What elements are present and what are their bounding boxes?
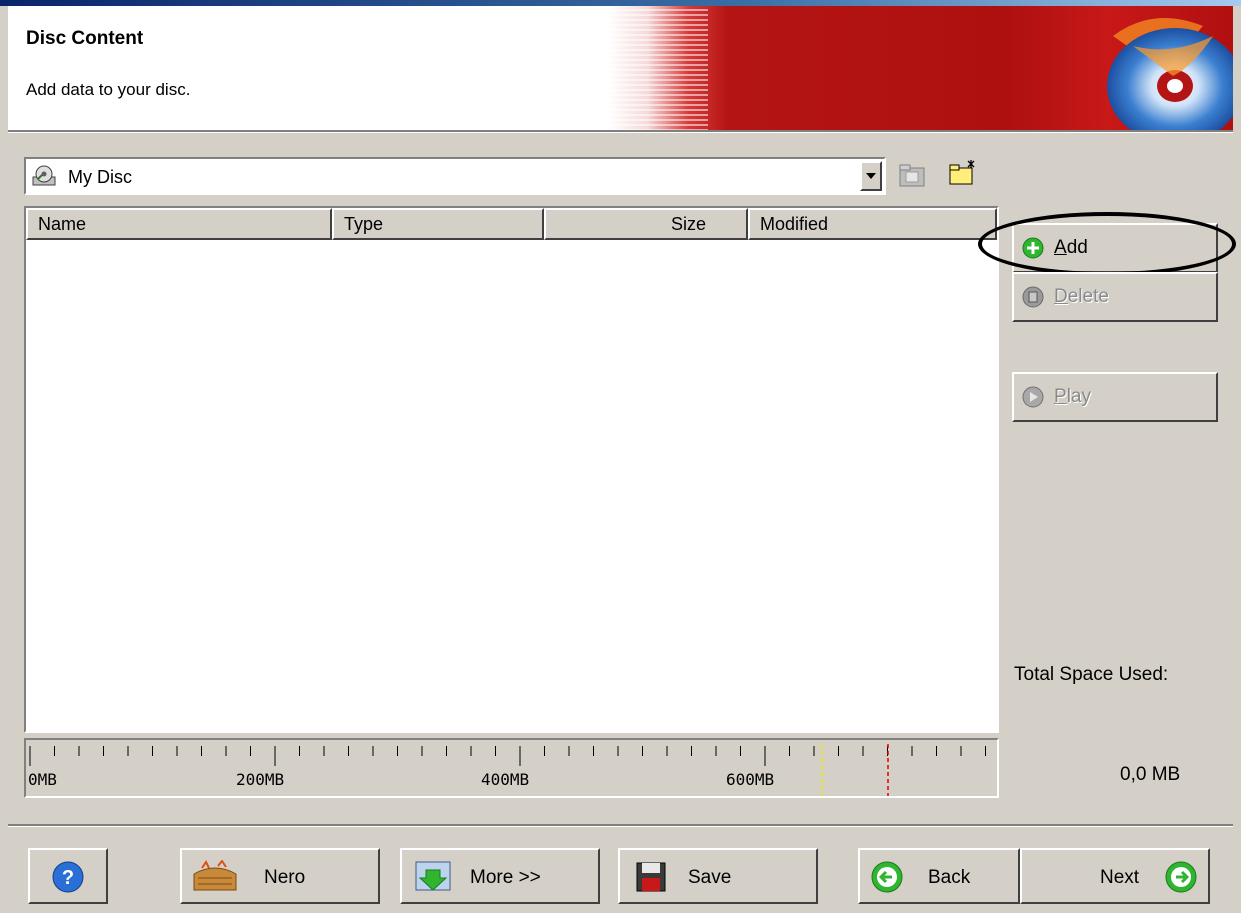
footer-divider — [8, 824, 1233, 827]
capacity-label: 600MB — [726, 770, 775, 789]
column-header-size[interactable]: Size — [544, 208, 748, 240]
column-type-label: Type — [344, 214, 384, 234]
page-title: Disc Content — [26, 28, 144, 49]
play-button-label: Play — [1054, 386, 1091, 407]
colosseum-icon — [193, 860, 237, 891]
disc-path-combo[interactable]: My Disc — [24, 157, 886, 195]
highlight-ring — [978, 212, 1236, 276]
folder-up-icon[interactable] — [898, 162, 926, 188]
disc-file-list[interactable]: Name Type Size Modified — [24, 206, 999, 733]
back-arrow-icon — [871, 861, 903, 893]
save-button[interactable]: Save — [618, 848, 818, 904]
floppy-disk-icon — [636, 862, 666, 892]
nero-button-label: Nero — [264, 867, 306, 888]
help-icon: ? — [52, 861, 84, 893]
total-space-value: 0,0 MB — [1120, 764, 1181, 785]
column-header-type[interactable]: Type — [332, 208, 544, 240]
header-divider — [8, 130, 1233, 133]
more-button[interactable]: More >> — [400, 848, 600, 904]
more-button-label: More >> — [470, 867, 541, 888]
capacity-ruler: 0MB 200MB 400MB 600MB — [24, 738, 999, 798]
play-icon — [1022, 386, 1044, 408]
column-name-label: Name — [38, 214, 87, 234]
column-header-name[interactable]: Name — [26, 208, 332, 240]
svg-text:?: ? — [62, 867, 74, 889]
capacity-label: 0MB — [28, 770, 57, 789]
page-subtitle: Add data to your disc. — [26, 80, 191, 99]
column-modified-label: Modified — [760, 214, 829, 234]
disc-path-value: My Disc — [68, 167, 132, 187]
delete-icon — [1022, 286, 1044, 308]
dropdown-button[interactable] — [860, 161, 882, 191]
delete-button-label: Delete — [1054, 286, 1109, 307]
flaming-disc-icon — [1107, 18, 1233, 130]
new-folder-icon[interactable] — [948, 160, 976, 186]
play-button[interactable]: Play — [1012, 372, 1218, 422]
back-button[interactable]: Back — [858, 848, 1020, 904]
disc-icon — [32, 165, 56, 186]
nero-button[interactable]: Nero — [180, 848, 380, 904]
column-header-modified[interactable]: Modified — [748, 208, 997, 240]
wizard-header: Disc Content Add data to your disc. — [8, 6, 1233, 130]
help-button[interactable]: ? — [28, 848, 108, 904]
next-arrow-icon — [1165, 861, 1197, 893]
column-size-label: Size — [670, 214, 706, 234]
next-button[interactable]: Next — [1020, 848, 1210, 904]
header-stripes — [598, 6, 708, 130]
delete-button[interactable]: Delete — [1012, 272, 1218, 322]
capacity-label: 400MB — [481, 770, 530, 789]
total-space-label: Total Space Used: — [1014, 664, 1169, 685]
dropdown-arrow-icon — [866, 173, 876, 179]
back-button-label: Back — [928, 867, 971, 888]
capacity-label: 200MB — [236, 770, 285, 789]
more-options-icon — [415, 861, 451, 891]
save-button-label: Save — [688, 867, 732, 888]
next-button-label: Next — [1100, 867, 1140, 888]
